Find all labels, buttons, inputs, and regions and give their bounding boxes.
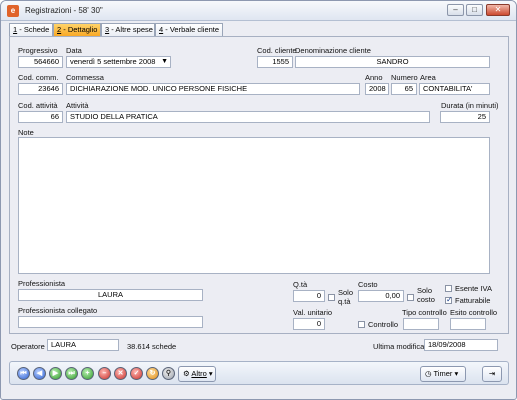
- cod-comm-label: Cod. comm.: [18, 73, 59, 82]
- last-record-icon[interactable]: ⏭: [65, 367, 78, 380]
- registrazioni-window: e Registrazioni - 58' 30" – □ ✕ 1 - Sche…: [0, 0, 517, 400]
- esente-iva-checkbox[interactable]: [445, 285, 452, 292]
- timer-label: Timer: [433, 369, 453, 378]
- exit-door-icon: ⇥: [488, 369, 496, 378]
- costo-field[interactable]: 0,00: [358, 290, 404, 302]
- cod-cliente-field[interactable]: 1555: [257, 56, 293, 68]
- qta-field[interactable]: 0: [293, 290, 325, 302]
- tab-altre-spese[interactable]: 3 - Altre spese: [101, 23, 155, 36]
- solo-costo-label-2: costo: [417, 295, 435, 304]
- solo-costo-checkbox[interactable]: [407, 294, 414, 301]
- ultima-modifica-label: Ultima modifica: [373, 342, 425, 351]
- area-label: Area: [420, 73, 436, 82]
- search-icon[interactable]: ⚲: [162, 367, 175, 380]
- anno-field[interactable]: 2008: [365, 83, 389, 95]
- tipo-controllo-field[interactable]: [403, 318, 439, 330]
- delete-record-icon[interactable]: –: [98, 367, 111, 380]
- data-value: venerdì 5 settembre 2008: [70, 57, 156, 66]
- esito-controllo-label: Esito controllo: [450, 308, 498, 317]
- professionista-collegato-field[interactable]: [18, 316, 203, 328]
- costo-label: Costo: [358, 280, 378, 289]
- data-label: Data: [66, 46, 82, 55]
- tab-verbale-cliente[interactable]: 4 - Verbale cliente: [155, 23, 223, 36]
- denominazione-field[interactable]: SANDRO: [295, 56, 490, 68]
- data-dropdown[interactable]: venerdì 5 settembre 2008 ▼: [66, 56, 171, 68]
- solo-qta-label-2: q.tà: [338, 297, 351, 306]
- gear-icon: ⚙: [183, 369, 190, 378]
- professionista-field[interactable]: LAURA: [18, 289, 203, 301]
- solo-costo-label-1: Solo: [417, 286, 433, 295]
- tab-label: - Altre spese: [109, 25, 153, 34]
- window-title: Registrazioni - 58' 30": [25, 6, 103, 15]
- maximize-button[interactable]: □: [466, 4, 483, 16]
- exit-button[interactable]: ⇥: [482, 366, 502, 382]
- refresh-icon[interactable]: ↻: [146, 367, 159, 380]
- next-record-icon[interactable]: ▶: [49, 367, 62, 380]
- note-textarea[interactable]: [18, 137, 490, 274]
- controllo-label: Controllo: [368, 320, 399, 329]
- new-record-icon[interactable]: +: [81, 367, 94, 380]
- chevron-down-icon: ▾: [208, 369, 213, 378]
- altro-label: Altro: [191, 369, 207, 378]
- numero-label: Numero: [391, 73, 418, 82]
- schede-count: 38.614 schede: [127, 342, 177, 351]
- altro-button[interactable]: ⚙ Altro ▾: [178, 366, 216, 382]
- commessa-label: Commessa: [66, 73, 104, 82]
- close-button[interactable]: ✕: [486, 4, 510, 16]
- tab-label: - Verbale cliente: [163, 25, 220, 34]
- progressivo-label: Progressivo: [18, 46, 58, 55]
- progressivo-field[interactable]: 564660: [18, 56, 63, 68]
- attivita-label: Attività: [66, 101, 89, 110]
- chevron-down-icon: ▾: [454, 369, 459, 378]
- durata-label: Durata (in minuti): [441, 101, 499, 110]
- cod-cliente-label: Cod. cliente: [257, 46, 297, 55]
- numero-field[interactable]: 65: [391, 83, 417, 95]
- solo-qta-label-1: Solo: [338, 288, 354, 297]
- qta-label: Q.tà: [293, 280, 308, 289]
- cancel-icon[interactable]: ✕: [114, 367, 127, 380]
- bottom-toolbar: ⏮ ◀ ▶ ⏭ + – ✕ ✓ ↻ ⚲ ⚙ Altro ▾ ◷ Timer ▾ …: [9, 361, 509, 385]
- title-bar[interactable]: e Registrazioni - 58' 30" – □ ✕: [1, 1, 516, 21]
- val-unitario-field[interactable]: 0: [293, 318, 325, 330]
- cod-comm-field[interactable]: 23646: [18, 83, 63, 95]
- fatturabile-label: Fatturabile: [455, 296, 491, 305]
- area-field[interactable]: CONTABILITA': [419, 83, 490, 95]
- attivita-field[interactable]: STUDIO DELLA PRATICA: [66, 111, 430, 123]
- timer-button[interactable]: ◷ Timer ▾: [420, 366, 466, 382]
- tab-dettaglio[interactable]: 2 - Dettaglio: [53, 23, 101, 36]
- tab-label: - Dettaglio: [61, 25, 98, 34]
- esito-controllo-field[interactable]: [450, 318, 486, 330]
- esente-iva-label: Esente IVA: [455, 284, 492, 293]
- dettaglio-panel: Progressivo 564660 Data venerdì 5 settem…: [9, 36, 509, 334]
- tipo-controllo-label: Tipo controllo: [402, 308, 447, 317]
- cod-attivita-label: Cod. attività: [18, 101, 58, 110]
- clock-icon: ◷: [425, 369, 432, 378]
- tab-schede[interactable]: 1 - Schede: [9, 23, 53, 36]
- operatore-label: Operatore: [11, 342, 45, 351]
- note-label: Note: [18, 128, 34, 137]
- previous-record-icon[interactable]: ◀: [33, 367, 46, 380]
- commessa-field[interactable]: DICHIARAZIONE MOD. UNICO PERSONE FISICHE: [66, 83, 360, 95]
- controllo-checkbox[interactable]: [358, 321, 365, 328]
- app-icon: e: [7, 5, 19, 17]
- professionista-label: Professionista: [18, 279, 66, 288]
- val-unitario-label: Val. unitario: [293, 308, 333, 317]
- chevron-down-icon: ▼: [161, 58, 168, 65]
- durata-field[interactable]: 25: [440, 111, 490, 123]
- first-record-icon[interactable]: ⏮: [17, 367, 30, 380]
- minimize-button[interactable]: –: [447, 4, 464, 16]
- anno-label: Anno: [365, 73, 383, 82]
- ultima-modifica-field: 18/09/2008: [424, 339, 498, 351]
- operatore-field: LAURA: [47, 339, 119, 351]
- cod-attivita-field[interactable]: 66: [18, 111, 63, 123]
- status-area: Operatore LAURA 38.614 schede Ultima mod…: [9, 336, 509, 356]
- solo-qta-checkbox[interactable]: [328, 294, 335, 301]
- fatturabile-checkbox[interactable]: [445, 295, 453, 304]
- denominazione-label: Denominazione cliente: [295, 46, 371, 55]
- professionista-collegato-label: Professionista collegato: [18, 306, 98, 315]
- tab-label: - Schede: [17, 25, 50, 34]
- confirm-icon[interactable]: ✓: [130, 367, 143, 380]
